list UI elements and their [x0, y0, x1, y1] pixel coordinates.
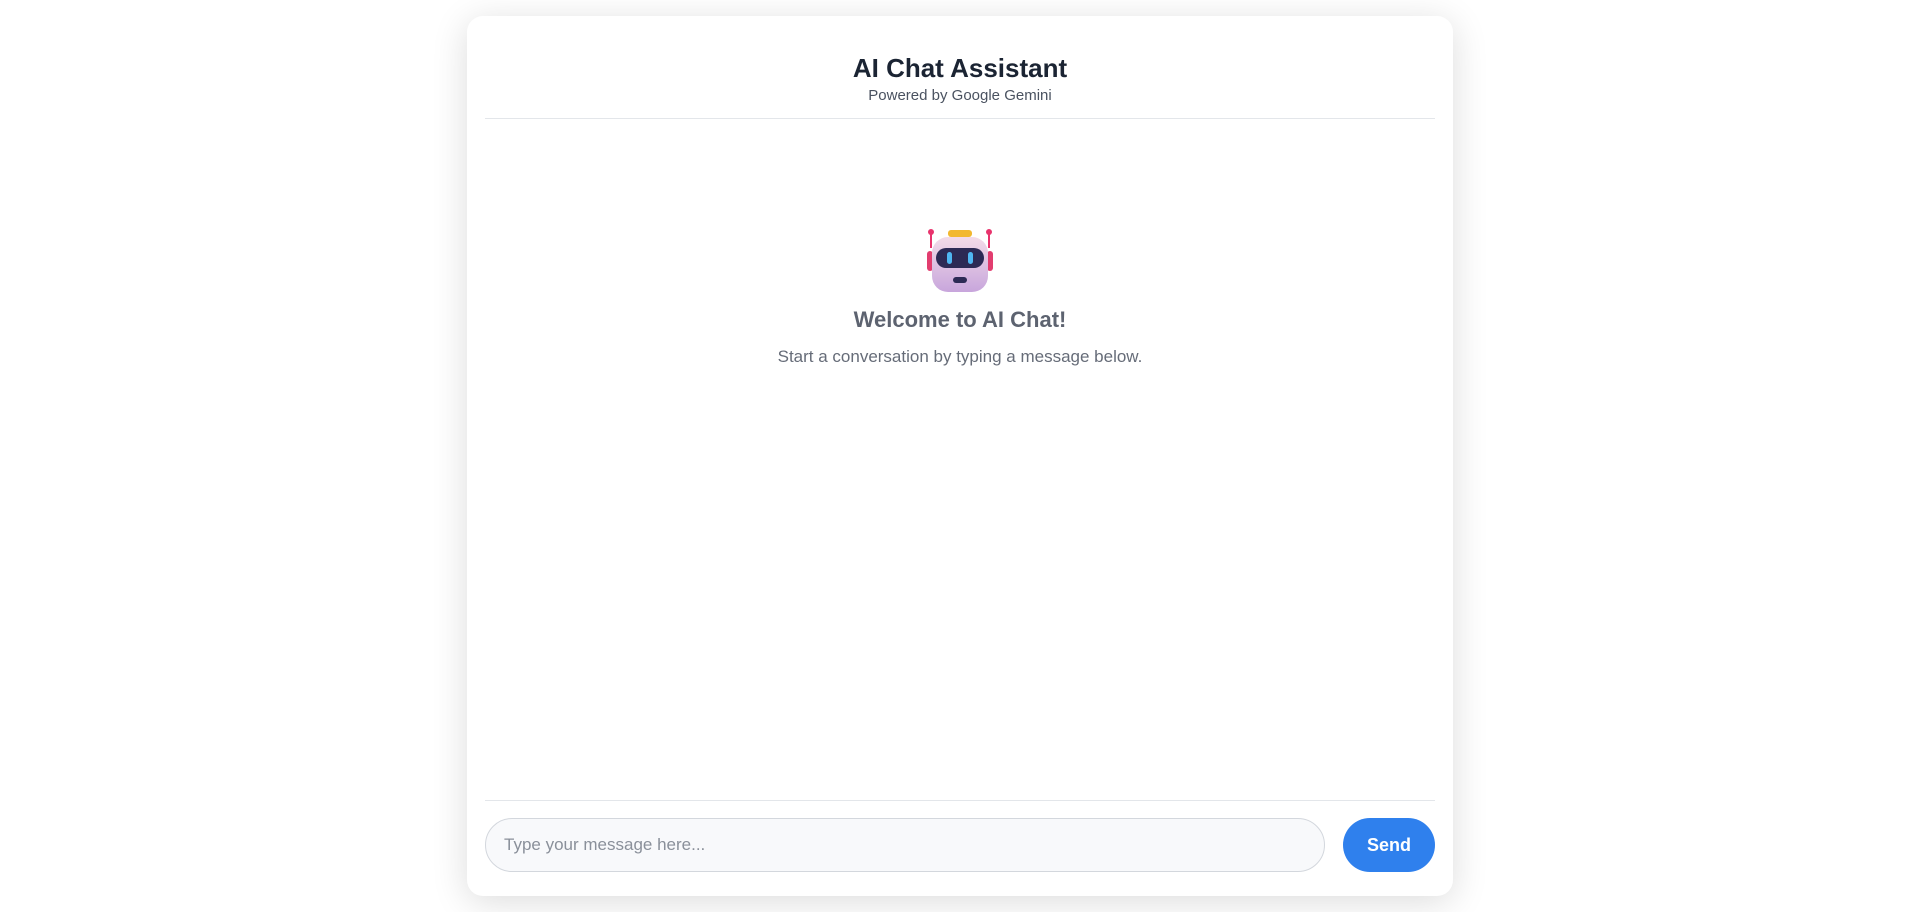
chat-header: AI Chat Assistant Powered by Google Gemi… — [485, 16, 1435, 119]
page-title: AI Chat Assistant — [852, 53, 1068, 83]
welcome-text: Start a conversation by typing a message… — [777, 347, 1143, 366]
page-subtitle: Powered by Google Gemini — [868, 87, 1052, 104]
message-composer: Send — [485, 800, 1435, 897]
chat-container: AI Chat Assistant Powered by Google Gemi… — [467, 16, 1453, 896]
message-input[interactable] — [485, 818, 1325, 872]
welcome-message: Welcome to AI Chat! Start a conversation… — [467, 224, 1453, 368]
send-button[interactable]: Send — [1343, 818, 1435, 872]
robot-icon — [927, 229, 993, 292]
welcome-title: Welcome to AI Chat! — [853, 307, 1067, 332]
